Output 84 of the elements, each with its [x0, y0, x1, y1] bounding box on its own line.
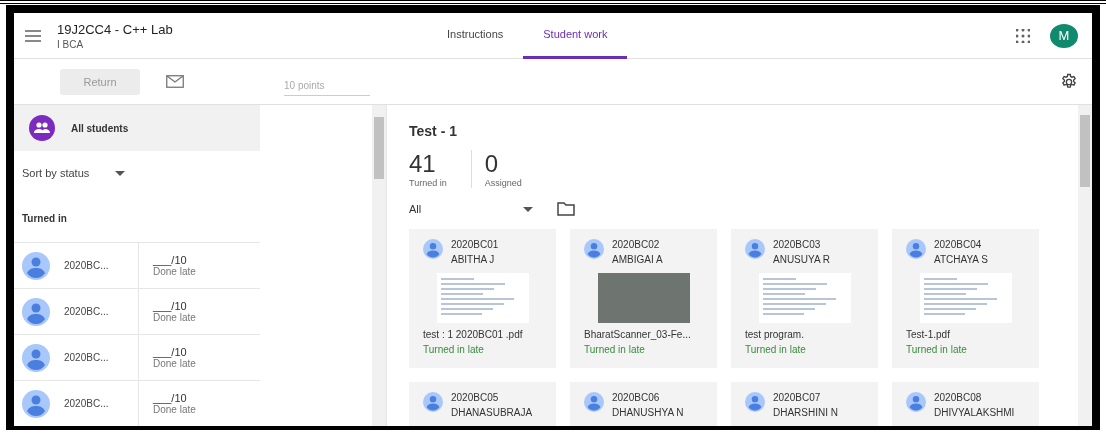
assignment-title: Test - 1	[409, 123, 458, 139]
grade: ___/10	[153, 300, 187, 312]
file-name: test program.	[745, 329, 805, 340]
file-name: Test-1.pdf	[906, 329, 951, 340]
submission-status: Done late	[153, 266, 196, 277]
submission-status: Turned in late	[906, 344, 968, 355]
section-heading: Turned in	[21, 212, 68, 226]
submission-status: Turned in late	[423, 344, 485, 355]
student-id: 2020BC07	[773, 392, 822, 403]
student-name: DHANASUBRAJA	[451, 407, 533, 418]
person-avatar-icon	[906, 239, 926, 259]
person-avatar-icon	[584, 239, 604, 259]
scrollbar[interactable]	[372, 105, 386, 426]
grade: ___/10	[153, 392, 187, 404]
person-avatar-icon	[423, 392, 443, 412]
submission-status: Done late	[153, 312, 196, 323]
menu-icon[interactable]	[25, 29, 41, 42]
person-avatar-icon	[22, 389, 50, 418]
student-id: 2020BC04	[934, 239, 983, 250]
submission-status: Done late	[153, 404, 196, 415]
student-row[interactable]: 2020BC... ___/10 Done late	[14, 334, 260, 380]
student-row[interactable]: 2020BC... ___/10 Done late	[14, 242, 260, 288]
student-id: 2020BC01	[451, 239, 499, 250]
file-name: test : 1 2020BC01 .pdf	[423, 329, 524, 340]
student-name: ANUSUYA R	[773, 254, 831, 265]
filter-dropdown[interactable]: All	[409, 203, 533, 215]
student-name: 2020BC...	[64, 352, 109, 363]
student-id: 2020BC03	[773, 239, 822, 250]
account-avatar[interactable]: M	[1050, 23, 1078, 48]
student-name: DHARSHINI N	[773, 407, 838, 418]
grade: ___/10	[153, 346, 187, 358]
tab[interactable]: Instructions	[427, 13, 524, 59]
grade: ___/10	[153, 254, 187, 266]
student-row[interactable]: 2020BC... ___/10 Done late	[14, 380, 260, 426]
dropdown-arrow-icon	[523, 206, 533, 212]
person-avatar-icon	[906, 392, 926, 412]
student-name: 2020BC...	[64, 306, 109, 317]
person-avatar-icon	[584, 392, 604, 412]
student-name: 2020BC...	[64, 260, 109, 271]
apps-grid-icon[interactable]	[1016, 28, 1030, 43]
submission-card[interactable]: 2020BC05 DHANASUBRAJA	[409, 382, 556, 426]
email-icon[interactable]	[166, 75, 184, 88]
stat-count: 0	[484, 150, 500, 178]
dropdown-arrow-icon	[115, 170, 126, 176]
person-avatar-icon	[745, 239, 765, 259]
student-id: 2020BC08	[934, 392, 983, 403]
scrollbar[interactable]	[1078, 105, 1092, 426]
student-name: DHIVYALAKSHMI	[934, 407, 1015, 418]
student-id: 2020BC02	[612, 239, 661, 250]
student-name: DHANUSHYA N	[612, 407, 684, 418]
submission-card[interactable]: 2020BC02 AMBIGAI A BharatScanner_03-Fe... Turned in late	[570, 229, 717, 368]
settings-icon[interactable]	[1060, 72, 1078, 91]
student-row[interactable]: 2020BC... ___/10 Done late	[14, 288, 260, 334]
student-name: ATCHAYA S	[934, 254, 988, 265]
class-section: I BCA	[57, 38, 427, 50]
submission-card[interactable]: 2020BC07 DHARSHINI N	[731, 382, 878, 426]
student-name: 2020BC...	[64, 398, 109, 409]
person-avatar-icon	[423, 239, 443, 259]
sort-dropdown[interactable]: Sort by status	[14, 151, 260, 195]
submission-status: Turned in late	[745, 344, 807, 355]
stat-label: Turned in	[409, 178, 447, 188]
class-title: 19J2CC4 - C++ Lab	[57, 21, 174, 37]
submission-card[interactable]: 2020BC08 DHIVYALAKSHMI	[892, 382, 1039, 426]
submission-status: Done late	[153, 358, 196, 369]
tab[interactable]: Student work	[523, 13, 628, 59]
folder-icon[interactable]	[557, 202, 575, 216]
person-avatar-icon	[22, 251, 50, 280]
all-students-item[interactable]: All students	[14, 105, 260, 151]
people-icon	[29, 115, 55, 141]
file-name: BharatScanner_03-Fe...	[584, 329, 692, 340]
stat-label: Assigned	[484, 178, 522, 188]
student-id: 2020BC06	[612, 392, 661, 403]
submission-card[interactable]: 2020BC04 ATCHAYA S Test-1.pdf Turned in late	[892, 229, 1039, 368]
student-name: ABITHA J	[451, 254, 496, 265]
stat-count: 41	[409, 150, 437, 178]
submission-card[interactable]: 2020BC06 DHANUSHYA N	[570, 382, 717, 426]
person-avatar-icon	[22, 343, 50, 372]
submission-card[interactable]: 2020BC03 ANUSUYA R test program. Turned in late	[731, 229, 878, 368]
student-name: AMBIGAI A	[612, 254, 663, 265]
student-id: 2020BC05	[451, 392, 500, 403]
person-avatar-icon	[22, 297, 50, 326]
person-avatar-icon	[745, 392, 765, 412]
submission-status: Turned in late	[584, 344, 646, 355]
submission-card[interactable]: 2020BC01 ABITHA J test : 1 2020BC01 .pdf Turned in late	[409, 229, 556, 368]
